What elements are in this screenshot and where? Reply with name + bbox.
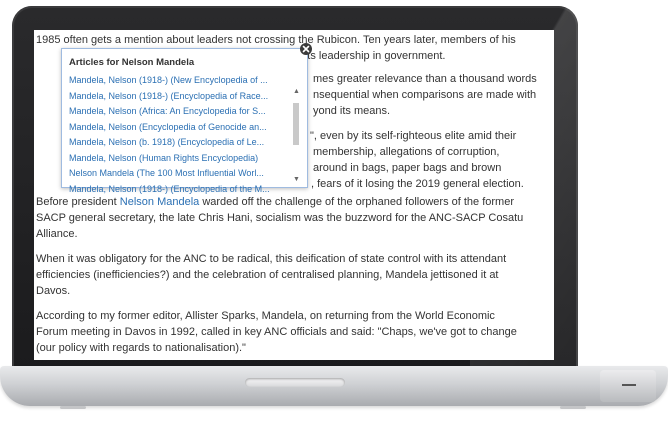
laptop-screen: 1985 often gets a mention about leaders … (34, 30, 554, 360)
laptop-side (600, 370, 656, 402)
text-line: 1985 often gets a mention about leaders … (36, 34, 516, 46)
popup-article-list: Mandela, Nelson (1918-) (New Encyclopedi… (69, 73, 289, 197)
popup-scrollbar[interactable]: ▲ ▼ (292, 88, 300, 185)
text-span: Before president (36, 196, 120, 208)
popup-article-link[interactable]: Nelson Mandela (The 100 Most Influential… (69, 166, 289, 182)
laptop-foot (60, 406, 86, 409)
article-paragraph-4: When it was obligatory for the ANC to be… (36, 251, 546, 299)
popup-article-link[interactable]: Mandela, Nelson (1918-) (Encyclopedia of… (69, 89, 289, 105)
laptop-port-mark (622, 384, 636, 386)
article-paragraph-5: According to my former editor, Allister … (36, 308, 546, 356)
text-span: warded off the challenge of the orphaned… (199, 196, 514, 208)
popup-article-link[interactable]: Mandela, Nelson (b. 1918) (Encyclopedia … (69, 135, 289, 151)
text-line: nsequential when comparisons are made wi… (313, 89, 537, 101)
scroll-thumb[interactable] (293, 103, 299, 145)
text-line: er its leadership in government. (292, 50, 446, 62)
scroll-down-icon[interactable]: ▼ (293, 176, 300, 183)
text-line: (our policy with regards to nationalisat… (36, 342, 246, 354)
nelson-mandela-link[interactable]: Nelson Mandela (120, 196, 200, 208)
text-line: around in bags, paper bags and brown (313, 162, 502, 174)
text-line: efficiencies (inefficiencies?) and the c… (36, 269, 499, 281)
text-line: yond its means. (313, 105, 391, 117)
text-line: Alliance. (36, 228, 78, 240)
article-paragraph-3: Before president Nelson Mandela warded o… (36, 194, 546, 242)
text-line: When it was obligatory for the ANC to be… (36, 253, 507, 265)
close-icon[interactable] (300, 43, 312, 55)
text-line: Forum meeting in Davos in 1992, called i… (36, 326, 517, 338)
popup-article-link[interactable]: Mandela, Nelson (Human Rights Encycloped… (69, 151, 289, 167)
text-line: SACP general secretary, the late Chris H… (36, 212, 524, 224)
popup-title: Articles for Nelson Mandela (69, 57, 195, 68)
scroll-up-icon[interactable]: ▲ (293, 88, 300, 95)
text-line: , fears of it losing the 2019 general el… (311, 178, 524, 190)
text-line: Davos. (36, 285, 71, 297)
close-x-glyph (302, 45, 310, 53)
text-line: mes greater relevance than a thousand wo… (313, 73, 537, 85)
laptop-foot (560, 406, 586, 409)
text-line: ", even by its self-righteous elite amid… (310, 130, 517, 142)
popup-article-link[interactable]: Mandela, Nelson (Africa: An Encyclopedia… (69, 104, 289, 120)
text-line: According to my former editor, Allister … (36, 310, 495, 322)
popup-article-link[interactable]: Mandela, Nelson (1918-) (Encyclopedia of… (69, 182, 289, 198)
articles-popup: Articles for Nelson Mandela Mandela, Nel… (61, 43, 312, 194)
text-line: membership, allegations of corruption, (313, 146, 500, 158)
laptop-opening-notch (245, 378, 345, 387)
popup-article-link[interactable]: Mandela, Nelson (Encyclopedia of Genocid… (69, 120, 289, 136)
popup-article-link[interactable]: Mandela, Nelson (1918-) (New Encyclopedi… (69, 73, 289, 89)
